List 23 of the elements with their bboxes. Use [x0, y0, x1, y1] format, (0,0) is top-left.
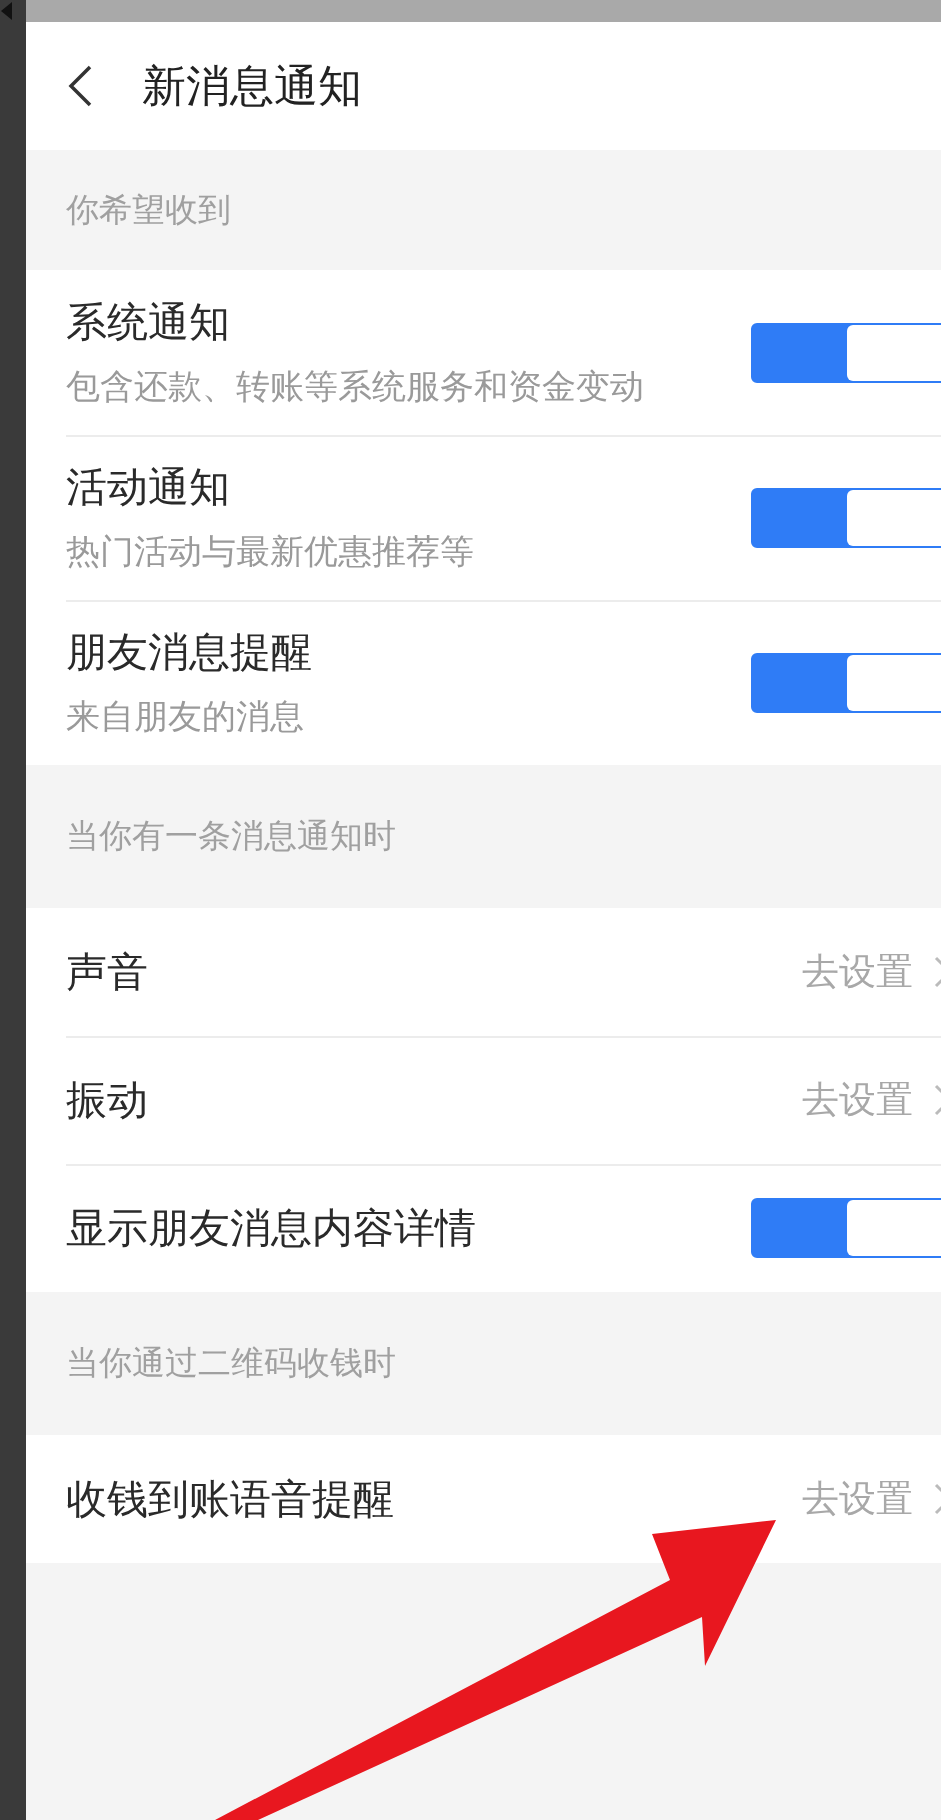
toggle-switch[interactable] — [751, 322, 941, 383]
setting-title: 朋友消息提醒 — [66, 627, 313, 678]
setting-description: 来自朋友的消息 — [66, 695, 305, 738]
setting-title: 收钱到账语音提醒 — [66, 1473, 395, 1525]
section-header: 当你有一条消息通知时 — [66, 815, 396, 857]
toggle-switch[interactable] — [751, 1198, 941, 1258]
setting-title: 系统通知 — [66, 297, 231, 348]
triangle-icon — [0, 0, 12, 22]
setting-link[interactable]: 去设置 — [802, 947, 913, 997]
toggle-switch[interactable] — [751, 652, 941, 713]
page-title: 新消息通知 — [142, 58, 362, 113]
back-icon[interactable] — [66, 64, 94, 108]
toggle-switch[interactable] — [751, 487, 941, 548]
setting-title: 振动 — [66, 1074, 149, 1126]
section-header: 当你通过二维码收钱时 — [66, 1342, 396, 1384]
setting-link[interactable]: 去设置 — [802, 1474, 913, 1524]
setting-description: 热门活动与最新优惠推荐等 — [66, 530, 475, 573]
setting-link[interactable]: 去设置 — [802, 1075, 913, 1125]
setting-title: 活动通知 — [66, 462, 231, 513]
section-header: 你希望收到 — [66, 188, 231, 231]
setting-description: 包含还款、转账等系统服务和资金变动 — [66, 365, 645, 408]
setting-title: 声音 — [66, 946, 149, 998]
setting-title: 显示朋友消息内容详情 — [66, 1202, 477, 1254]
